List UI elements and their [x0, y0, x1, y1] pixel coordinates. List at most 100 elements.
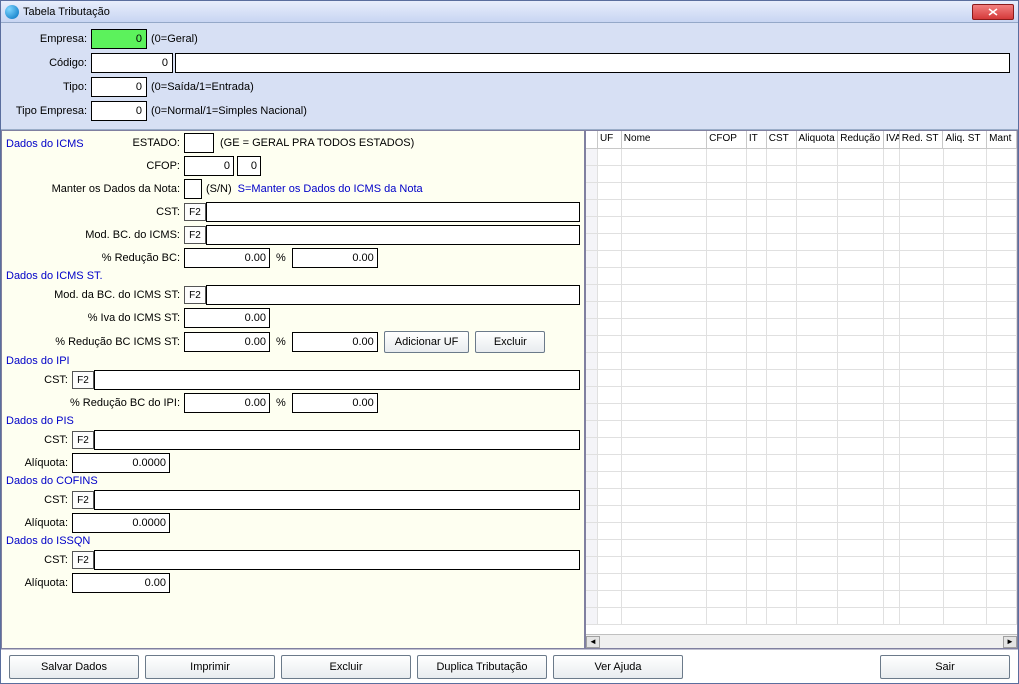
table-row[interactable]	[586, 387, 1017, 404]
table-row[interactable]	[586, 302, 1017, 319]
issqn-aliq-input[interactable]	[72, 573, 170, 593]
print-button[interactable]: Imprimir	[145, 655, 275, 679]
duplicate-button[interactable]: Duplica Tributação	[417, 655, 547, 679]
icms-reducao-input2[interactable]	[292, 248, 378, 268]
table-row[interactable]	[586, 506, 1017, 523]
table-row[interactable]	[586, 285, 1017, 302]
manter-label: Manter os Dados da Nota:	[6, 183, 184, 195]
close-button[interactable]	[972, 4, 1014, 20]
table-row[interactable]	[586, 421, 1017, 438]
section-issqn: Dados do ISSQN	[6, 535, 580, 547]
table-row[interactable]	[586, 234, 1017, 251]
empresa-note: (0=Geral)	[151, 33, 198, 45]
icms-modbc-label: Mod. BC. do ICMS:	[6, 229, 184, 241]
tipo-empresa-input[interactable]	[91, 101, 147, 121]
icmsst-modbc-desc[interactable]	[206, 285, 580, 305]
table-row[interactable]	[586, 268, 1017, 285]
issqn-cst-desc[interactable]	[94, 550, 580, 570]
manter-input[interactable]	[184, 179, 202, 199]
table-row[interactable]	[586, 183, 1017, 200]
table-row[interactable]	[586, 319, 1017, 336]
table-row[interactable]	[586, 404, 1017, 421]
codigo-desc-input[interactable]	[175, 53, 1010, 73]
table-row[interactable]	[586, 200, 1017, 217]
cfop-input[interactable]	[184, 156, 234, 176]
icms-modbc-desc[interactable]	[206, 225, 580, 245]
estado-input[interactable]	[184, 133, 214, 153]
tipo-input[interactable]	[91, 77, 147, 97]
grid-col-it[interactable]: IT	[747, 131, 767, 148]
table-row[interactable]	[586, 472, 1017, 489]
icms-cst-label: CST:	[6, 206, 184, 218]
table-row[interactable]	[586, 251, 1017, 268]
f2-ipi-cst[interactable]: F2	[72, 371, 94, 389]
f2-pis-cst[interactable]: F2	[72, 431, 94, 449]
icmsst-reducao-input2[interactable]	[292, 332, 378, 352]
table-row[interactable]	[586, 591, 1017, 608]
table-row[interactable]	[586, 217, 1017, 234]
grid-col-redu-o[interactable]: Redução	[838, 131, 884, 148]
grid[interactable]: UFNomeCFOPITCSTAliquotaReduçãoIVARed. ST…	[586, 131, 1017, 648]
exit-button[interactable]: Sair	[880, 655, 1010, 679]
f2-cofins-cst[interactable]: F2	[72, 491, 94, 509]
icms-cst-desc[interactable]	[206, 202, 580, 222]
window-title: Tabela Tributação	[23, 6, 110, 18]
scroll-left-icon[interactable]: ◄	[586, 636, 600, 648]
tipo-label: Tipo:	[9, 81, 91, 93]
icmsst-iva-input[interactable]	[184, 308, 270, 328]
table-row[interactable]	[586, 557, 1017, 574]
codigo-input[interactable]	[91, 53, 173, 73]
pis-cst-desc[interactable]	[94, 430, 580, 450]
cofins-aliq-label: Alíquota:	[6, 517, 72, 529]
close-icon	[988, 8, 998, 16]
icms-reducao-input[interactable]	[184, 248, 270, 268]
grid-col-nome[interactable]: Nome	[622, 131, 707, 148]
cofins-aliq-input[interactable]	[72, 513, 170, 533]
grid-col-uf[interactable]: UF	[598, 131, 622, 148]
table-row[interactable]	[586, 336, 1017, 353]
table-row[interactable]	[586, 166, 1017, 183]
ipi-reducao-input[interactable]	[184, 393, 270, 413]
tipo-empresa-label: Tipo Empresa:	[9, 105, 91, 117]
table-row[interactable]	[586, 574, 1017, 591]
grid-body	[586, 149, 1017, 634]
horizontal-scrollbar[interactable]: ◄ ►	[586, 634, 1017, 648]
cofins-cst-desc[interactable]	[94, 490, 580, 510]
codigo-label: Código:	[9, 57, 91, 69]
f2-icms-modbc[interactable]: F2	[184, 226, 206, 244]
save-button[interactable]: Salvar Dados	[9, 655, 139, 679]
empresa-input[interactable]	[91, 29, 147, 49]
footer: Salvar Dados Imprimir Excluir Duplica Tr…	[1, 649, 1018, 683]
delete-button[interactable]: Excluir	[281, 655, 411, 679]
pct-icmsst: %	[276, 336, 286, 348]
table-row[interactable]	[586, 489, 1017, 506]
table-row[interactable]	[586, 353, 1017, 370]
icmsst-reducao-input[interactable]	[184, 332, 270, 352]
table-row[interactable]	[586, 370, 1017, 387]
table-row[interactable]	[586, 455, 1017, 472]
add-uf-button[interactable]: Adicionar UF	[384, 331, 470, 353]
table-row[interactable]	[586, 523, 1017, 540]
ipi-cst-desc[interactable]	[94, 370, 580, 390]
f2-icmsst-modbc[interactable]: F2	[184, 286, 206, 304]
table-row[interactable]	[586, 608, 1017, 625]
grid-col-aliquota[interactable]: Aliquota	[797, 131, 839, 148]
table-row[interactable]	[586, 540, 1017, 557]
empresa-label: Empresa:	[9, 33, 91, 45]
f2-icms-cst[interactable]: F2	[184, 203, 206, 221]
help-button[interactable]: Ver Ajuda	[553, 655, 683, 679]
grid-col-cfop[interactable]: CFOP	[707, 131, 747, 148]
scroll-right-icon[interactable]: ►	[1003, 636, 1017, 648]
pis-aliq-input[interactable]	[72, 453, 170, 473]
grid-col-iva[interactable]: IVA	[884, 131, 900, 148]
grid-col-aliq-st[interactable]: Aliq. ST	[943, 131, 987, 148]
cfop-sub-input[interactable]	[237, 156, 261, 176]
grid-col-cst[interactable]: CST	[767, 131, 797, 148]
ipi-reducao-input2[interactable]	[292, 393, 378, 413]
table-row[interactable]	[586, 149, 1017, 166]
table-row[interactable]	[586, 438, 1017, 455]
grid-col-red-st[interactable]: Red. ST	[900, 131, 944, 148]
st-delete-button[interactable]: Excluir	[475, 331, 545, 353]
grid-col-mant[interactable]: Mant	[987, 131, 1017, 148]
f2-issqn-cst[interactable]: F2	[72, 551, 94, 569]
